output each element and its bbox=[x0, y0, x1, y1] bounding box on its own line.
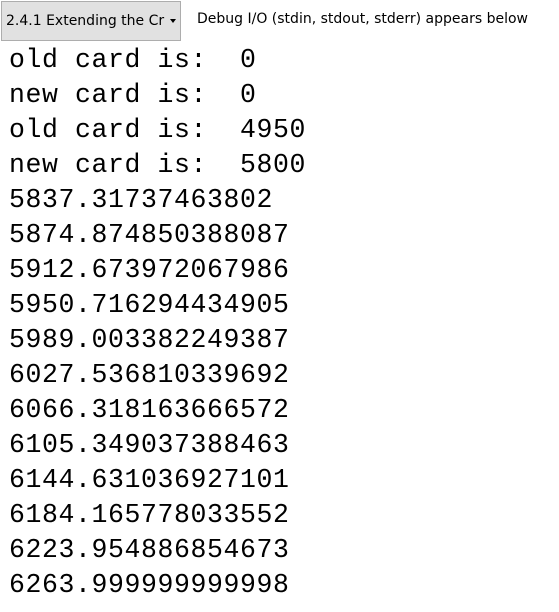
program-selector-dropdown[interactable]: 2.4.1 Extending the Cr bbox=[1, 1, 181, 41]
output-line: old card is: 4950 bbox=[9, 115, 307, 145]
output-line: 5874.874850388087 bbox=[9, 220, 290, 250]
output-line: 5912.673972067986 bbox=[9, 255, 290, 285]
output-line: 5837.31737463802 bbox=[9, 185, 274, 215]
output-line: 6223.954886854673 bbox=[9, 535, 290, 565]
debug-io-label: Debug I/O (stdin, stdout, stderr) appear… bbox=[197, 11, 529, 27]
toolbar: 2.4.1 Extending the Cr Debug I/O (stdin,… bbox=[0, 0, 559, 43]
output-line: 6263.999999999998 bbox=[9, 570, 290, 600]
output-line: old card is: 0 bbox=[9, 45, 257, 75]
output-line: new card is: 0 bbox=[9, 80, 257, 110]
output-line: 6066.318163666572 bbox=[9, 395, 290, 425]
output-line: new card is: 5800 bbox=[9, 150, 307, 180]
output-line: 5950.716294434905 bbox=[9, 290, 290, 320]
debug-output-console: old card is: 0 new card is: 0 old card i… bbox=[9, 43, 306, 603]
output-line: 6144.631036927101 bbox=[9, 465, 290, 495]
output-line: 6184.165778033552 bbox=[9, 500, 290, 530]
program-selector-label: 2.4.1 Extending the Cr bbox=[6, 13, 165, 29]
output-line: 5989.003382249387 bbox=[9, 325, 290, 355]
chevron-down-icon bbox=[170, 19, 176, 23]
output-line: 6027.536810339692 bbox=[9, 360, 290, 390]
output-line: 6105.349037388463 bbox=[9, 430, 290, 460]
